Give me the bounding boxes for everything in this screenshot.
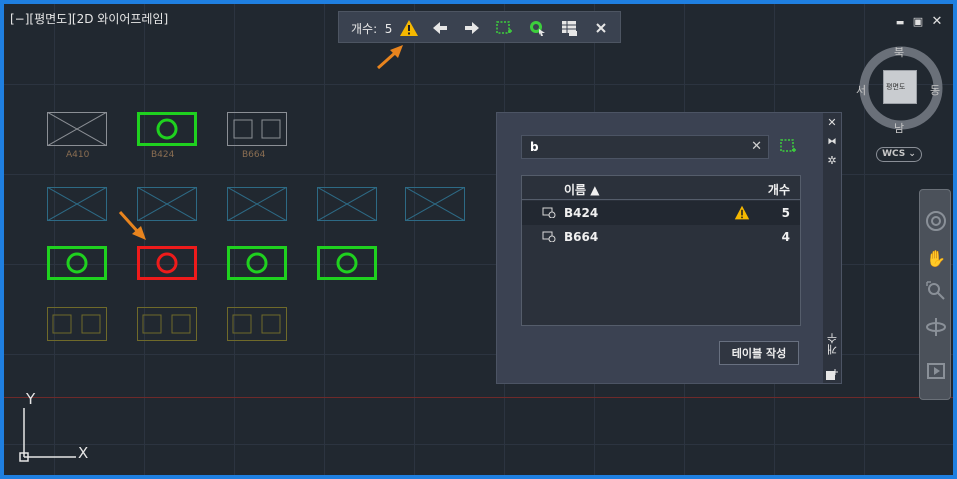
close-icon[interactable]: ✕ xyxy=(929,14,945,30)
showmotion-icon[interactable] xyxy=(925,360,947,382)
count-palette-icon xyxy=(826,369,838,381)
arrow-right-icon[interactable] xyxy=(462,18,482,38)
properties-icon[interactable]: ✲ xyxy=(826,155,838,167)
restore-icon[interactable]: ▣ xyxy=(910,14,926,30)
block-label: B664 xyxy=(242,150,266,160)
autohide-icon[interactable]: ⧓ xyxy=(826,136,838,148)
table-header: 이름 ▲ 개수 xyxy=(522,176,800,200)
viewcube-face[interactable]: 평면도 xyxy=(883,70,917,104)
block-b424[interactable] xyxy=(317,246,377,280)
block-b664[interactable] xyxy=(227,307,287,341)
block-label: B424 xyxy=(151,150,175,160)
block-icon xyxy=(542,207,556,218)
block-b424[interactable] xyxy=(227,246,287,280)
block-label: A410 xyxy=(66,150,90,160)
create-table-button[interactable]: 테이블 작성 xyxy=(719,341,799,365)
count-label: 개수: 5 xyxy=(351,22,393,36)
table-row[interactable]: B424 5 xyxy=(522,201,800,225)
viewcube[interactable]: 평면도 북 남 동 서 xyxy=(856,46,946,136)
palette-title: 개수 xyxy=(826,333,839,355)
palette-title-bar[interactable]: ✕ ⧓ ✲ 개수 xyxy=(823,113,841,383)
block-instance[interactable] xyxy=(317,187,377,221)
block-b424[interactable] xyxy=(137,112,197,146)
block-instance[interactable] xyxy=(47,187,107,221)
select-objects-icon[interactable] xyxy=(779,138,797,156)
block-b664[interactable] xyxy=(47,307,107,341)
warning-icon[interactable] xyxy=(734,205,750,221)
arrow-left-icon[interactable] xyxy=(430,18,450,38)
row-count: 5 xyxy=(781,206,790,220)
block-a410[interactable] xyxy=(47,112,107,146)
x-axis-line xyxy=(4,397,953,398)
zoom-extents-icon[interactable] xyxy=(925,280,947,302)
compass-north[interactable]: 북 xyxy=(894,44,904,60)
ucs-icon: Y X xyxy=(18,390,98,469)
clear-search-icon[interactable]: ✕ xyxy=(751,139,762,154)
wcs-menu[interactable]: WCS ⌄ xyxy=(876,147,922,162)
count-value: 5 xyxy=(384,22,393,36)
compass-west[interactable]: 서 xyxy=(856,82,866,98)
block-icon xyxy=(542,231,556,242)
pan-icon[interactable]: ✋ xyxy=(925,248,947,270)
count-toolbar: 개수: 5 xyxy=(338,11,621,43)
search-field[interactable]: ✕ xyxy=(521,135,769,159)
ucs-y-label: Y xyxy=(26,390,36,408)
compass-south[interactable]: 남 xyxy=(894,120,904,136)
block-b664[interactable] xyxy=(137,307,197,341)
navigation-bar: ✋ xyxy=(919,189,951,400)
close-count-icon[interactable] xyxy=(591,18,611,38)
viewport-controls-label[interactable]: [−][평면도][2D 와이어프레임] xyxy=(10,10,168,27)
warning-icon[interactable] xyxy=(399,18,419,38)
row-count: 4 xyxy=(781,230,790,244)
ucs-x-label: X xyxy=(78,444,89,462)
column-header-name[interactable]: 이름 ▲ xyxy=(564,181,600,198)
drawing-viewport[interactable]: [−][평면도][2D 와이어프레임] ▬ ▣ ✕ 개수: 5 A410 B42… xyxy=(0,0,957,479)
block-instance[interactable] xyxy=(227,187,287,221)
steering-wheel-icon[interactable] xyxy=(925,210,947,232)
block-instance[interactable] xyxy=(405,187,465,221)
count-palette: ✕ 이름 ▲ 개수 B424 5 B664 4 테 xyxy=(496,112,842,384)
search-input[interactable] xyxy=(530,138,740,156)
table-row[interactable]: B664 4 xyxy=(522,225,800,249)
block-count-table: 이름 ▲ 개수 B424 5 B664 4 xyxy=(521,175,801,326)
table-icon[interactable] xyxy=(559,18,579,38)
block-b424-selected[interactable] xyxy=(137,246,197,280)
orbit-icon[interactable] xyxy=(925,316,947,338)
zoom-object-icon[interactable] xyxy=(527,18,547,38)
compass-east[interactable]: 동 xyxy=(930,82,940,98)
row-name: B424 xyxy=(564,206,599,220)
annotation-arrow xyxy=(377,45,403,70)
row-name: B664 xyxy=(564,230,599,244)
column-header-count[interactable]: 개수 xyxy=(768,181,790,198)
block-instance[interactable] xyxy=(137,187,197,221)
select-objects-icon[interactable] xyxy=(494,18,514,38)
block-b664[interactable] xyxy=(227,112,287,146)
close-palette-icon[interactable]: ✕ xyxy=(826,117,838,129)
block-b424[interactable] xyxy=(47,246,107,280)
minimize-icon[interactable]: ▬ xyxy=(892,14,908,30)
